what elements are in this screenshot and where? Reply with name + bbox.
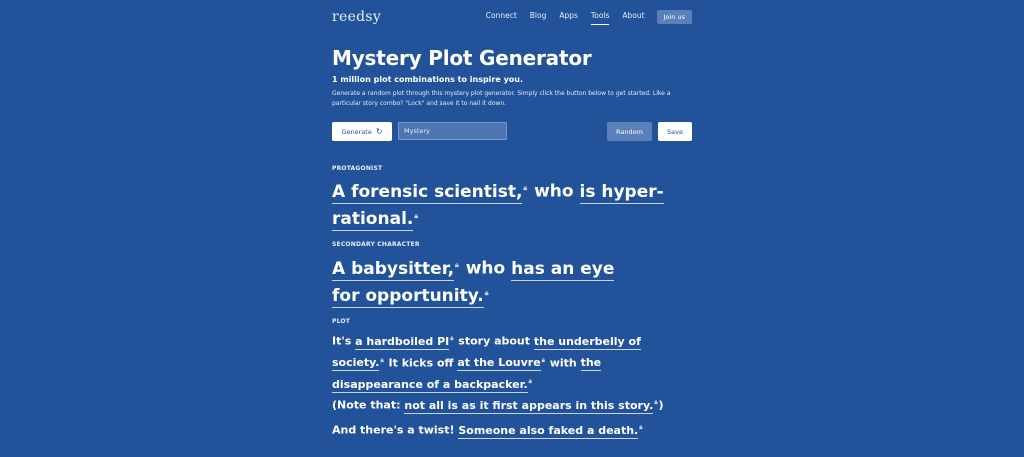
generate-button[interactable]: Generate ↻ (332, 122, 392, 141)
plot-text: story about (458, 334, 531, 348)
lock-icon[interactable]: 🔒︎ (654, 399, 657, 406)
random-button[interactable]: Random (607, 122, 652, 141)
lock-icon[interactable]: 🔒︎ (529, 378, 532, 385)
nav-link-apps[interactable]: Apps (559, 11, 578, 23)
lock-icon[interactable]: 🔒︎ (414, 212, 418, 220)
reedsy-logo[interactable]: reedsy (332, 9, 381, 25)
plot-text: ) (658, 398, 664, 412)
nav-link-connect[interactable]: Connect (486, 11, 517, 23)
plot-text: It's (332, 334, 352, 348)
nav-link-blog[interactable]: Blog (530, 11, 547, 23)
nav-link-about[interactable]: About (622, 11, 644, 23)
plot-twist-element[interactable]: Someone also faked a death. (458, 423, 639, 439)
plot-subgenre[interactable]: a hardboiled PI (355, 334, 450, 350)
lock-icon[interactable]: 🔒︎ (380, 357, 383, 364)
protagonist-sentence: A forensic scientist,🔒︎ who is hyper-rat… (332, 176, 672, 232)
lock-icon[interactable]: 🔒︎ (485, 289, 489, 297)
nav-links: Connect Blog Apps Tools About Join us (473, 10, 692, 25)
plot-text: It kicks off (388, 356, 454, 370)
lock-icon[interactable]: 🔒︎ (455, 261, 459, 269)
plot-note: (Note that: not all is as it first appea… (332, 393, 692, 415)
lock-icon[interactable]: 🔒︎ (639, 424, 642, 431)
plot-text: And there's a twist! (332, 423, 455, 437)
secondary-connector: who (465, 258, 506, 279)
refresh-icon: ↻ (375, 127, 383, 136)
join-us-button[interactable]: Join us (656, 10, 692, 24)
lock-icon[interactable]: 🔒︎ (450, 335, 453, 342)
plot-text: (Note that: (332, 398, 401, 412)
plot-text: with (549, 356, 577, 370)
page-title: Mystery Plot Generator (332, 46, 592, 70)
plot-twist: And there's a twist! Someone also faked … (332, 418, 692, 440)
plot-label: PLOT (332, 318, 351, 325)
protagonist-connector: who (534, 181, 574, 202)
lock-icon[interactable]: 🔒︎ (542, 357, 545, 364)
secondary-character-label: SECONDARY CHARACTER (332, 241, 420, 248)
page-subtitle: 1 million plot combinations to inspire y… (332, 75, 524, 84)
nav-link-tools[interactable]: Tools (590, 11, 610, 25)
lock-icon[interactable]: 🔒︎ (523, 184, 527, 192)
secondary-character-sentence: A babysitter,🔒︎ who has an eye for oppor… (332, 253, 632, 309)
top-nav: reedsy Connect Blog Apps Tools About Joi… (332, 9, 692, 27)
page-description: Generate a random plot through this myst… (332, 90, 671, 107)
secondary-character[interactable]: A babysitter, (332, 258, 455, 281)
plot-paragraph: It's a hardboiled PI🔒︎ story about the u… (332, 329, 677, 394)
protagonist-character[interactable]: A forensic scientist, (332, 181, 523, 204)
generate-label: Generate (341, 127, 372, 136)
save-button[interactable]: Save (658, 122, 692, 141)
genre-select[interactable] (398, 122, 507, 140)
plot-setting[interactable]: at the Louvre (457, 356, 541, 372)
plot-note-element[interactable]: not all is as it first appears in this s… (404, 398, 654, 414)
protagonist-label: PROTAGONIST (332, 165, 383, 172)
